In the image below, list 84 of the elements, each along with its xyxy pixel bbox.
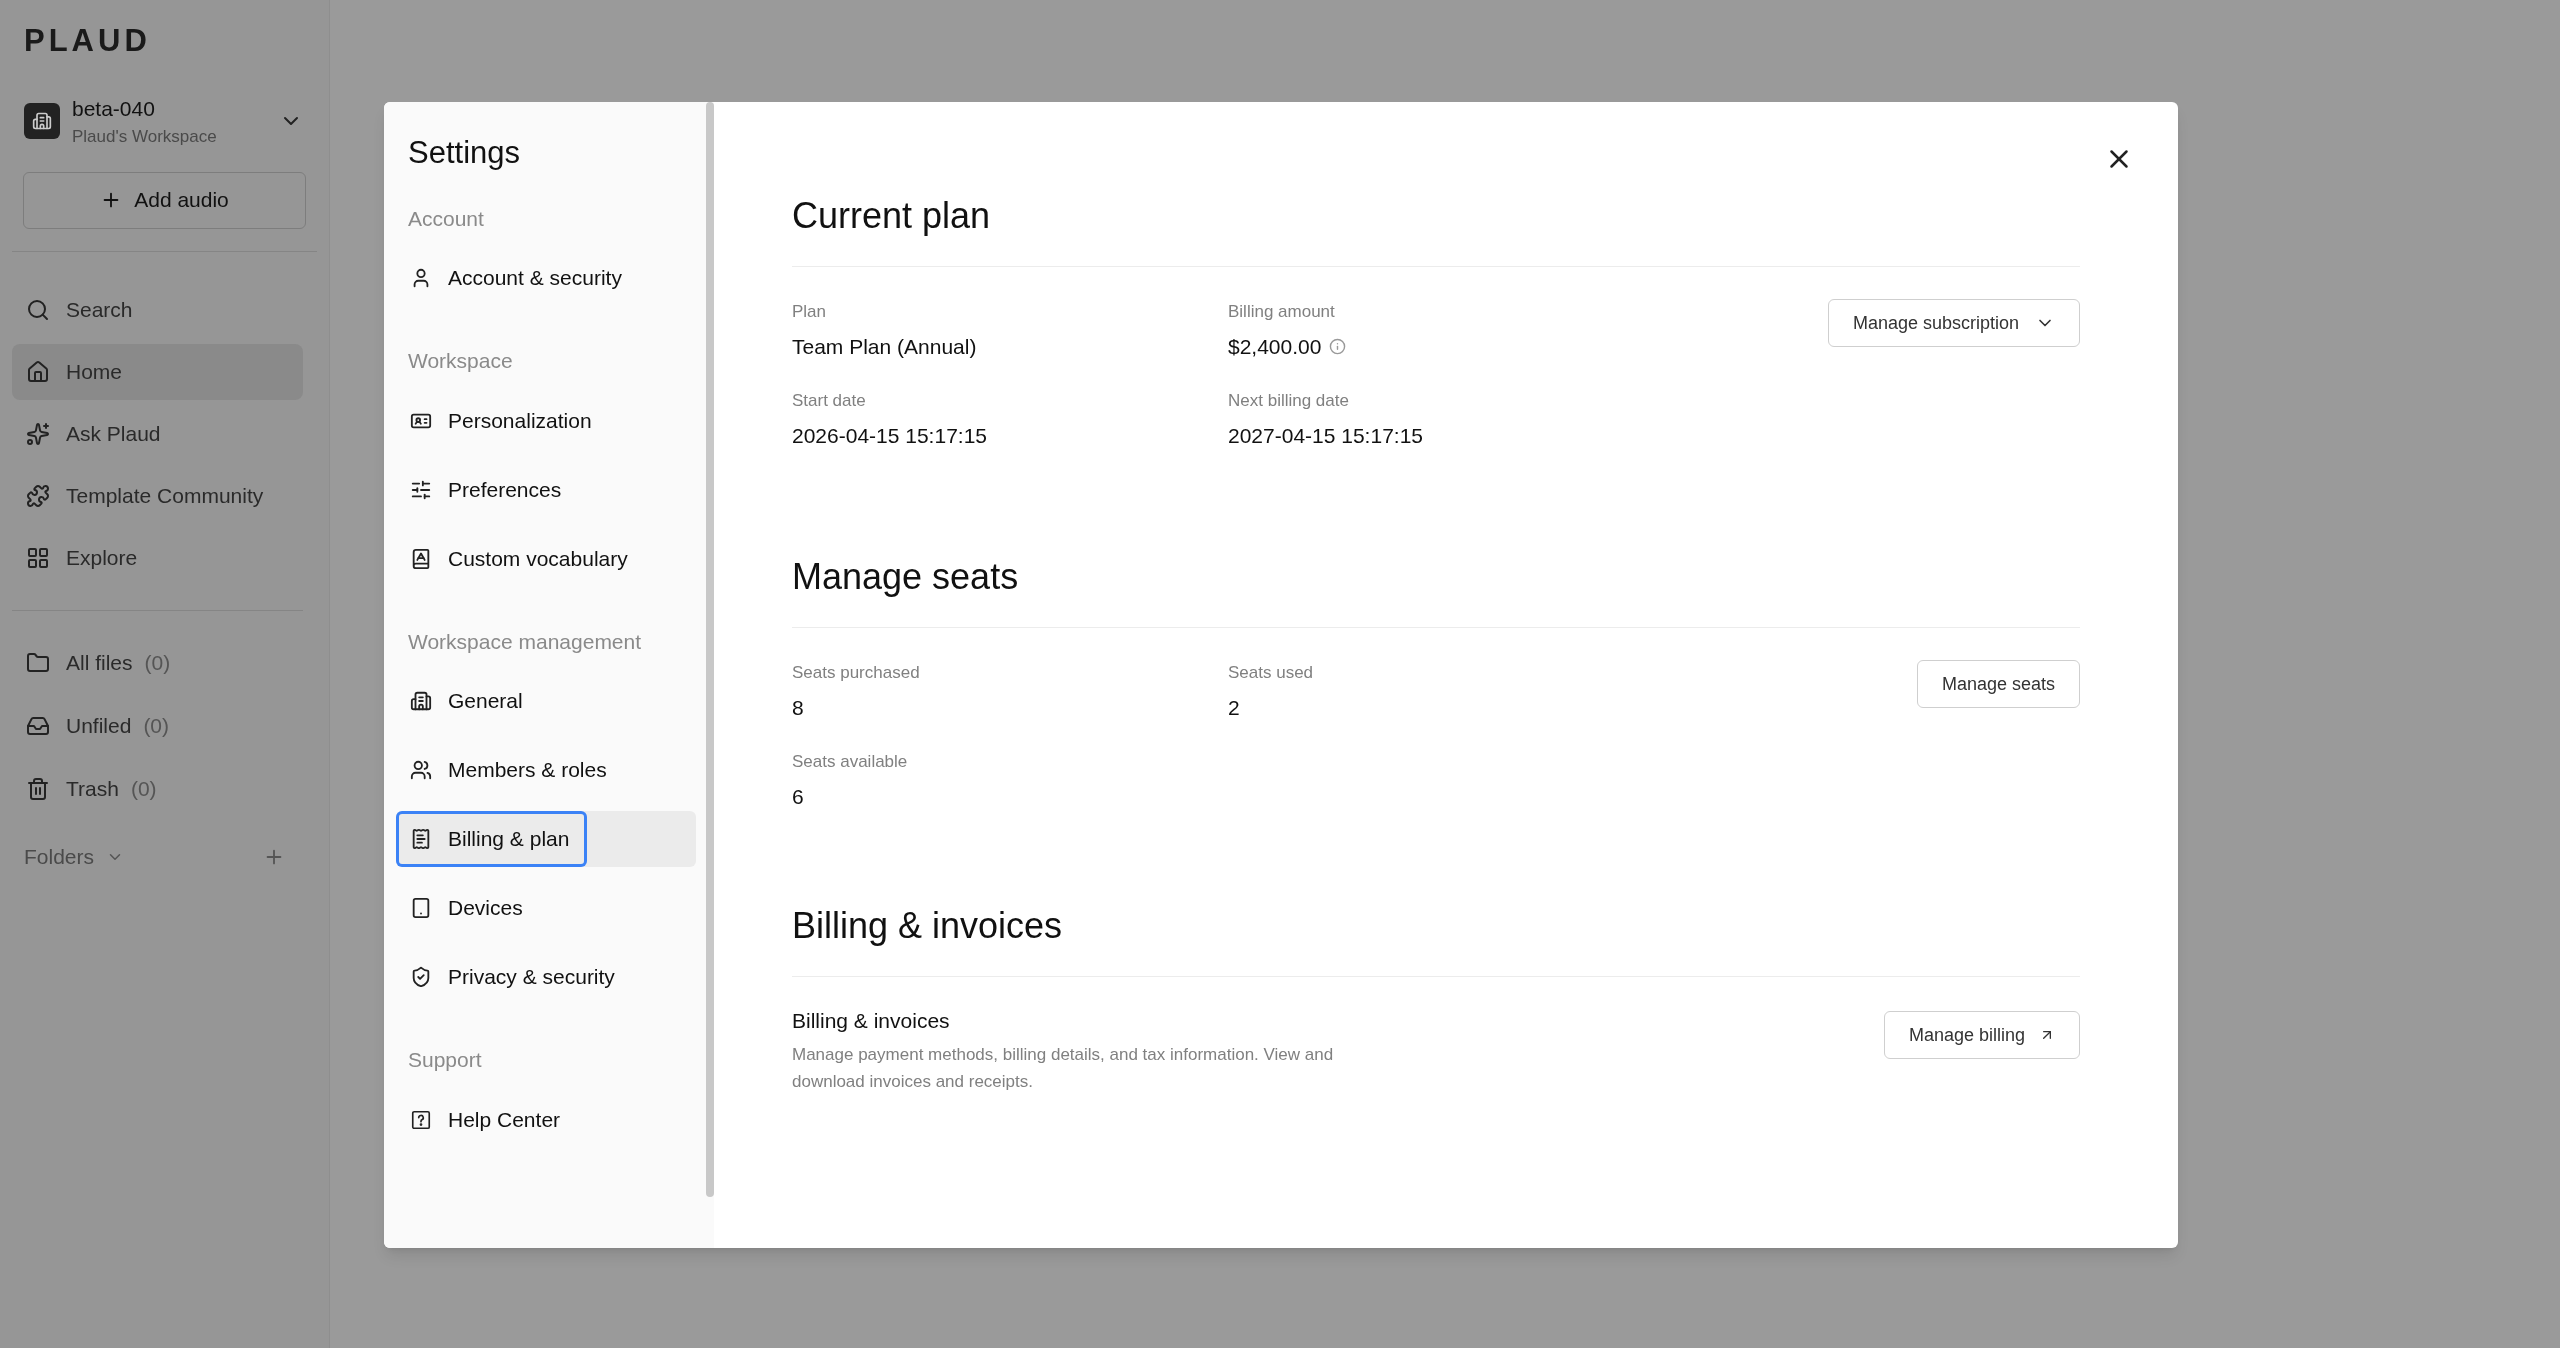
field-value: 2	[1228, 694, 1240, 721]
field-label: Seats purchased	[792, 662, 921, 684]
billing-subtitle: Billing & invoices	[792, 1008, 950, 1034]
field-value: $2,400.00	[1228, 333, 1322, 360]
file-filter-item[interactable]: All files (0)	[12, 634, 317, 692]
add-audio-button[interactable]: Add audio	[23, 171, 306, 229]
workspace-name: beta-040	[72, 95, 156, 122]
field-value: 6	[792, 783, 804, 810]
info-icon	[1329, 337, 1347, 355]
nav-section-heading: Account	[407, 205, 485, 232]
nav-item-focus: Members & roles	[396, 742, 625, 798]
billing-description: Manage payment methods, billing details, and tax information. View and download invoices and receipts.	[792, 1043, 1335, 1093]
nav-item-focus: Custom vocabulary	[396, 530, 646, 587]
field-label: Billing amount	[1228, 301, 1336, 323]
nav-item-focus: Help Center	[396, 1091, 579, 1148]
grid-icon	[26, 545, 50, 570]
section-heading: Billing & invoices	[792, 908, 1064, 944]
field-value: 8	[792, 694, 804, 721]
item-label: Trash	[66, 776, 119, 803]
section-heading: Current plan	[792, 198, 992, 234]
inbox-icon	[26, 714, 50, 738]
folders-label: Folders	[24, 843, 95, 870]
settings-title: Settings	[407, 134, 521, 172]
item-count: (0)	[130, 776, 157, 803]
logo: PLAUD	[24, 22, 151, 60]
nav-section-heading: Workspace	[407, 348, 514, 374]
nav-section-heading: Support	[407, 1047, 483, 1073]
sliders-icon	[410, 478, 432, 501]
field-label: Seats available	[792, 751, 909, 773]
building-icon	[410, 690, 432, 712]
section-heading: Manage seats	[792, 559, 1020, 595]
workspace-subtitle: Plaud's Workspace	[72, 126, 218, 148]
nav-item[interactable]: Preferences	[396, 461, 696, 518]
field-value: Team Plan (Annual)	[792, 333, 977, 360]
nav-item-focus: Personalization	[396, 392, 610, 449]
puzzle-icon	[26, 483, 50, 508]
nav-item[interactable]: Account & security	[396, 250, 696, 306]
nav-item[interactable]: Members & roles	[396, 742, 696, 798]
nav-item[interactable]: Billing & plan	[396, 811, 696, 867]
item-count: (0)	[143, 713, 170, 740]
nav-item-focus: Account & security	[396, 250, 640, 306]
trash-icon	[26, 777, 50, 801]
nav-item-focus: Preferences	[396, 461, 580, 518]
nav-section-heading: Workspace management	[407, 628, 643, 655]
receipt-icon	[410, 828, 432, 850]
sidebar-item[interactable]: Home	[12, 343, 303, 400]
help-icon	[410, 1108, 432, 1131]
sidebar-item[interactable]: Ask Plaud	[12, 405, 303, 462]
folder-icon	[26, 651, 50, 675]
nav-item-focus: Devices	[396, 880, 541, 936]
house-icon	[26, 359, 50, 384]
field-value: 2027-04-15 15:17:15	[1228, 422, 1423, 449]
tablet-icon	[410, 897, 432, 919]
manage-seats-button[interactable]: Manage seats	[1916, 660, 2080, 708]
nav-item-focus: Billing & plan	[396, 811, 588, 867]
search-icon	[26, 297, 50, 322]
manage-subscription-button[interactable]: Manage subscription	[1827, 299, 2080, 347]
shield-check-icon	[410, 966, 432, 988]
nav-item[interactable]: Privacy & security	[396, 949, 696, 1005]
nav-item-focus: Privacy & security	[396, 949, 633, 1005]
item-count: (0)	[144, 650, 171, 677]
field-label: Start date	[792, 390, 867, 412]
field-label: Seats used	[1228, 662, 1315, 684]
nav-item-focus: General	[396, 673, 541, 729]
nav-item[interactable]: Personalization	[396, 392, 696, 449]
workspace-icon	[24, 103, 60, 139]
field-label: Next billing date	[1228, 390, 1350, 412]
nav-item[interactable]: General	[396, 673, 696, 729]
item-label: Unfiled	[66, 713, 132, 740]
sidebar-item[interactable]: Search	[12, 281, 303, 338]
field-value: 2026-04-15 15:17:15	[792, 422, 987, 449]
file-filter-item[interactable]: Unfiled (0)	[12, 697, 317, 755]
field-label: Plan	[792, 301, 828, 323]
sidebar-item[interactable]: Explore	[12, 529, 303, 586]
file-filter-item[interactable]: Trash (0)	[12, 760, 317, 818]
nav-item[interactable]: Devices	[396, 880, 696, 936]
nav-item[interactable]: Custom vocabulary	[396, 530, 696, 587]
nav-item[interactable]: Help Center	[396, 1091, 696, 1148]
item-label: All files	[66, 650, 133, 677]
sparkle-icon	[26, 421, 50, 446]
sidebar-item[interactable]: Template Community	[12, 467, 303, 524]
users-icon	[410, 759, 432, 781]
manage-billing-button[interactable]: Manage billing	[1883, 1011, 2080, 1059]
book-icon	[410, 547, 432, 570]
